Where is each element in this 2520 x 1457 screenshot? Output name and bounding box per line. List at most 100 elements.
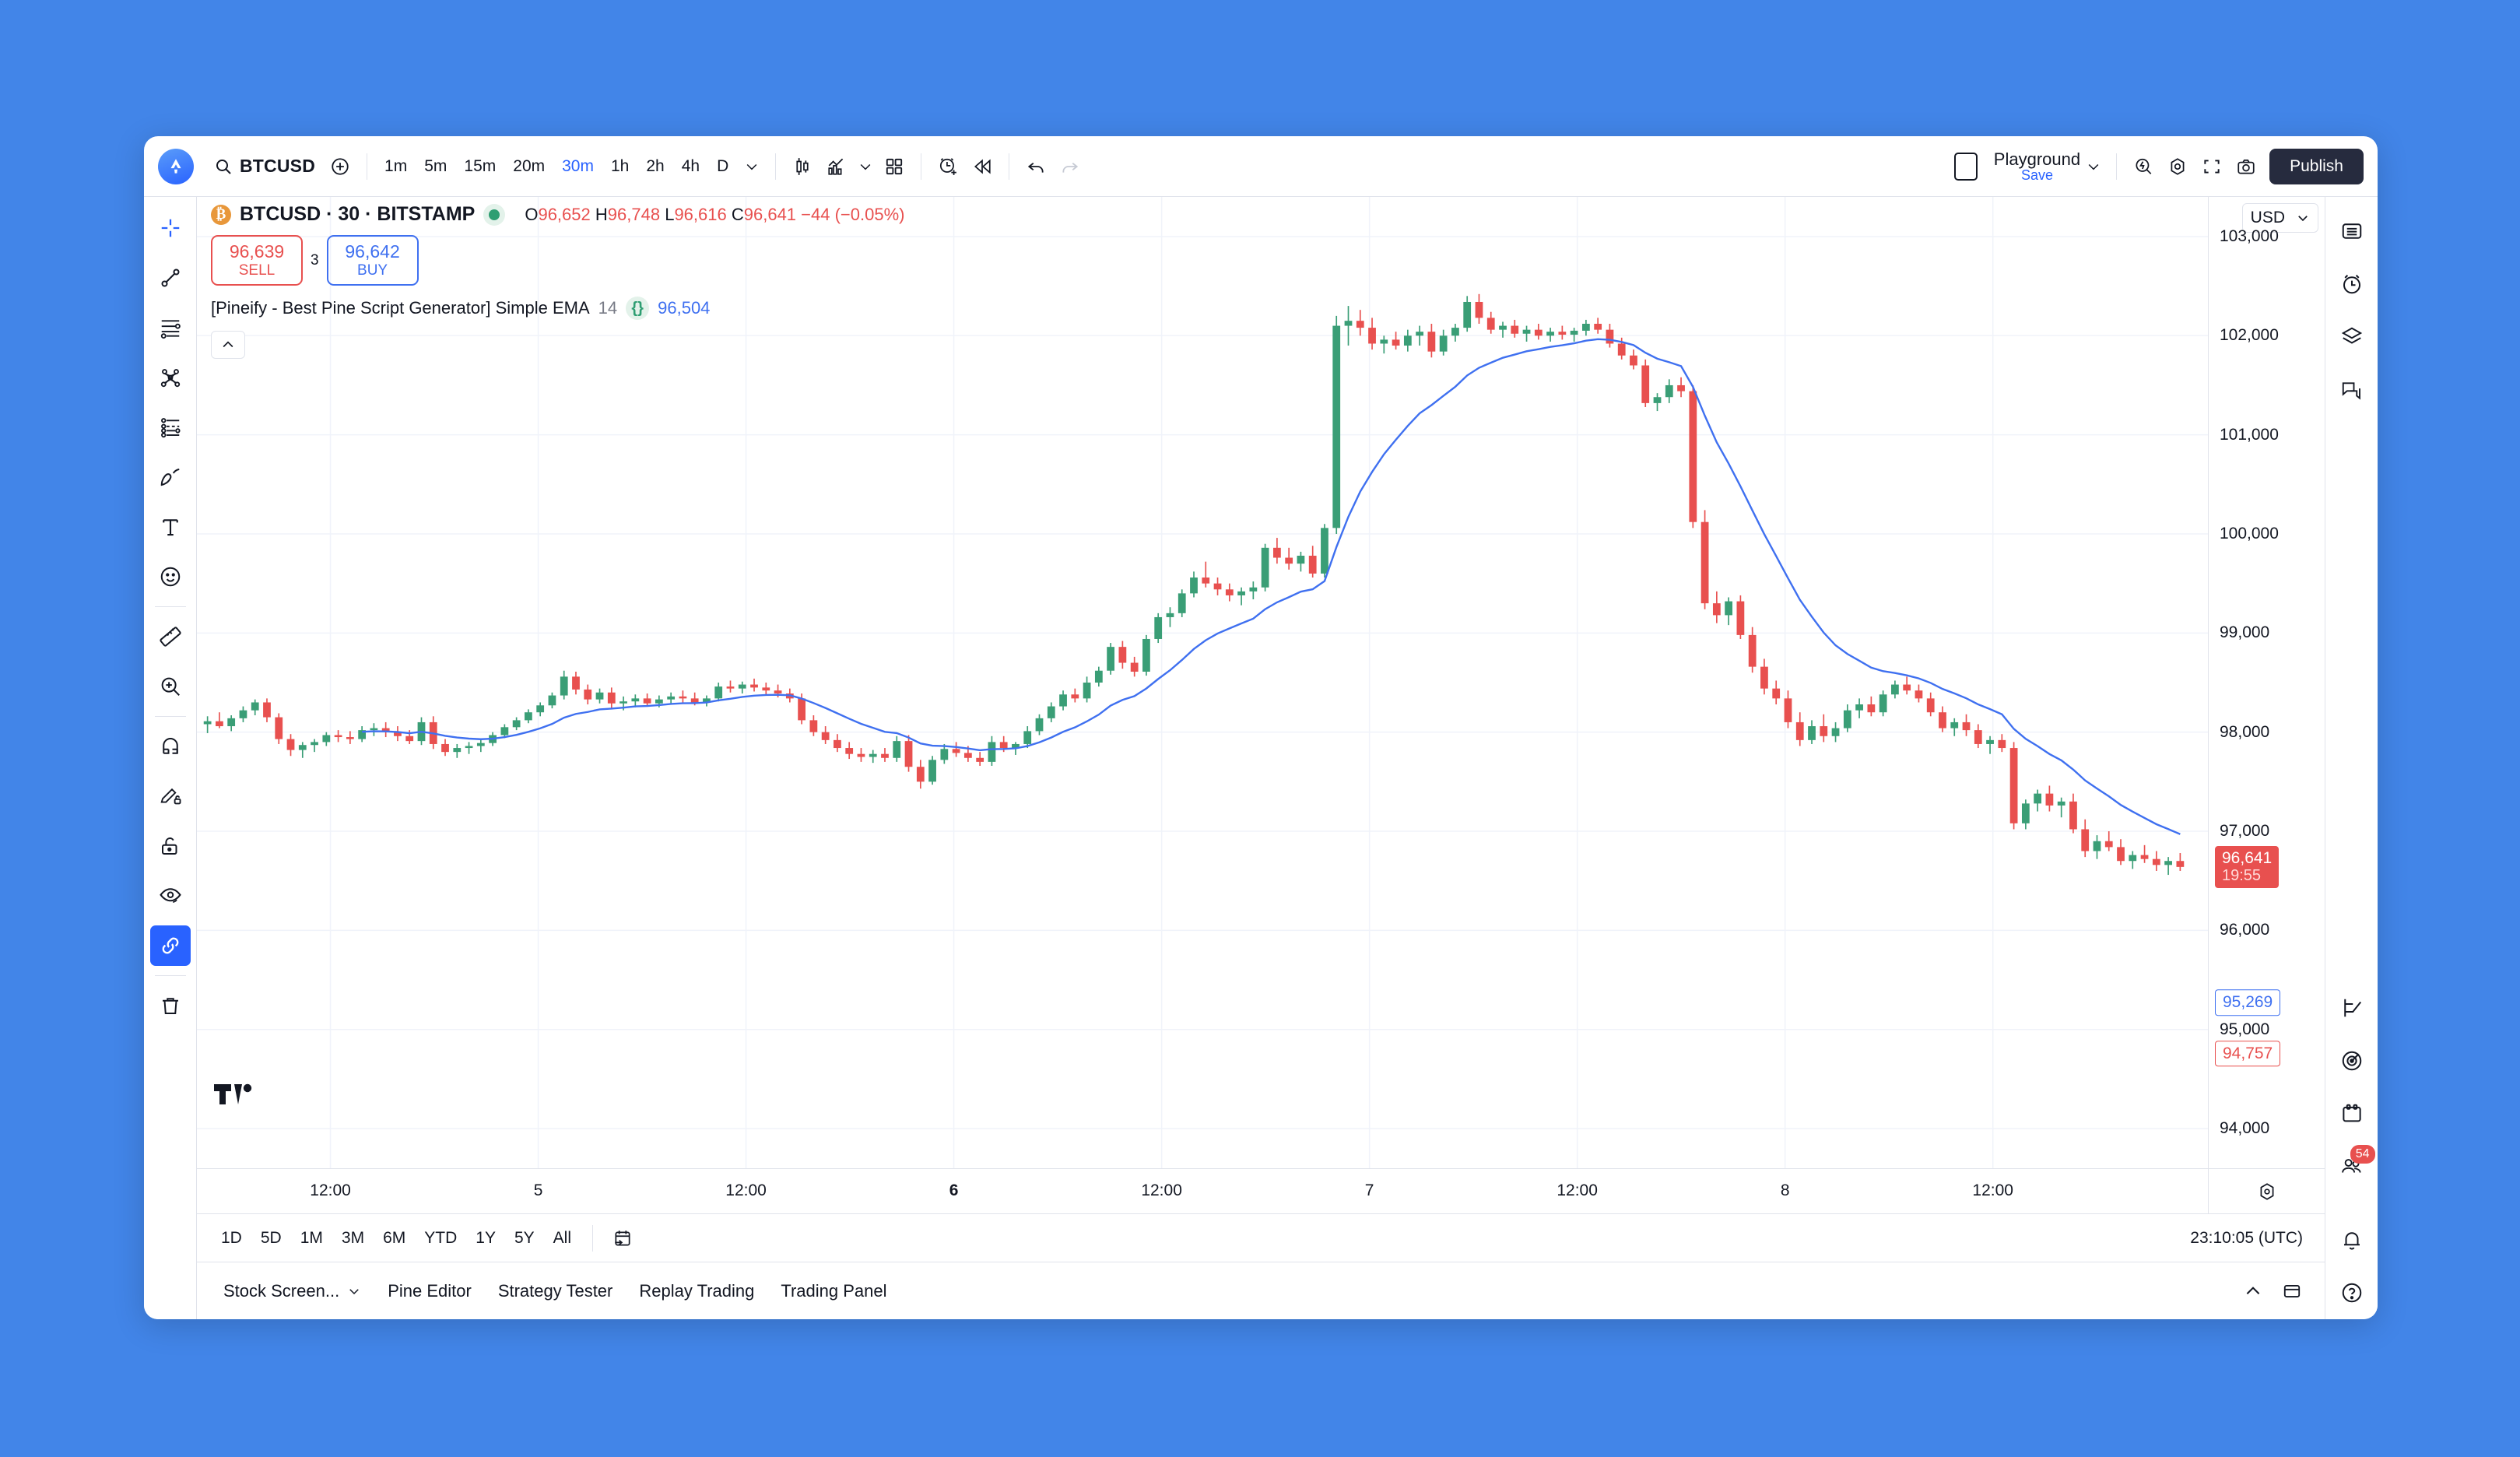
timeframe-more-chevron-down-icon[interactable] [738, 153, 766, 181]
legend-symbol-title[interactable]: BTCUSD · 30 · BITSTAMP [240, 203, 475, 226]
ohlc-l-label: L [665, 204, 675, 224]
timeframe-D[interactable]: D [709, 151, 736, 182]
measure-ruler-icon[interactable] [150, 616, 191, 657]
stay-in-drawing-mode-icon[interactable] [150, 776, 191, 816]
hotlist-radar-icon[interactable] [2332, 1041, 2372, 1081]
chart-settings-gear-icon[interactable] [2160, 149, 2195, 184]
horizontal-lines-icon[interactable] [150, 307, 191, 348]
help-icon[interactable] [2332, 1273, 2372, 1313]
timeframe-15m[interactable]: 15m [456, 151, 504, 182]
lock-drawings-icon[interactable] [150, 826, 191, 866]
range-1d[interactable]: 1D [212, 1224, 251, 1253]
trend-line-icon[interactable] [150, 258, 191, 298]
add-symbol-button[interactable] [323, 149, 357, 184]
remove-drawings-icon[interactable] [150, 985, 191, 1026]
fullscreen-icon[interactable] [2195, 149, 2229, 184]
timeframe-30m[interactable]: 30m [554, 151, 602, 182]
chat-icon[interactable] [2332, 370, 2372, 410]
templates-grid-icon[interactable] [877, 149, 911, 184]
indicator-source-code-icon[interactable]: {} [626, 297, 650, 321]
range-6m[interactable]: 6M [374, 1224, 414, 1253]
rail-separator-2 [154, 716, 186, 717]
watchlist-icon[interactable] [2332, 211, 2372, 251]
price-tick-97000: 97,000 [2220, 822, 2270, 841]
range-1m[interactable]: 1M [292, 1224, 332, 1253]
undo-icon[interactable] [1019, 149, 1053, 184]
pitchfork-icon[interactable] [150, 357, 191, 398]
indicators-chevron-down-icon[interactable] [854, 149, 877, 184]
time-scale-settings-icon[interactable] [2208, 1169, 2325, 1213]
ideas-stream-icon[interactable] [2332, 988, 2372, 1028]
hide-drawings-icon[interactable] [150, 876, 191, 916]
chevron-down-icon [2298, 216, 2308, 222]
timeframe-2h[interactable]: 2h [638, 151, 672, 182]
tab-strategy-tester[interactable]: Strategy Tester [487, 1273, 624, 1309]
notifications-bell-icon[interactable] [2332, 1220, 2372, 1260]
indicators-button[interactable] [820, 149, 854, 184]
timeframe-4h[interactable]: 4h [674, 151, 707, 182]
symbol-search[interactable]: BTCUSD [206, 152, 323, 181]
buy-price: 96,642 [345, 241, 400, 262]
timeframe-1h[interactable]: 1h [603, 151, 637, 182]
panel-expand-chevron-up-icon[interactable] [2236, 1274, 2270, 1308]
go-to-date-calendar-icon[interactable] [605, 1221, 640, 1255]
ohlc-c-label: C [731, 204, 744, 224]
price-tick-95000: 95,000 [2220, 1020, 2270, 1038]
panel-maximize-icon[interactable] [2275, 1274, 2309, 1308]
range-all[interactable]: All [545, 1224, 580, 1253]
layout-name-button[interactable]: Playground Save [1993, 149, 2081, 183]
emoji-icon[interactable] [150, 556, 191, 597]
range-3m[interactable]: 3M [333, 1224, 373, 1253]
chart-type-candles-icon[interactable] [785, 149, 820, 184]
alerts-clock-icon[interactable] [2332, 264, 2372, 304]
price-tick-94000: 94,000 [2220, 1119, 2270, 1138]
publish-button[interactable]: Publish [2269, 148, 2364, 184]
sync-drawings-icon[interactable] [149, 925, 191, 966]
search-icon [216, 159, 231, 174]
replay-rewind-icon[interactable] [965, 149, 999, 184]
indicator-legend-row[interactable]: [Pineify - Best Pine Script Generator] S… [211, 297, 904, 321]
magnet-icon[interactable] [150, 726, 191, 767]
chart-canvas-area[interactable]: ₿ BTCUSD · 30 · BITSTAMP O96,652 H96,748… [197, 197, 2208, 1168]
layout-name: Playground [1993, 149, 2081, 169]
quick-search-bolt-icon[interactable] [2126, 149, 2160, 184]
zoom-in-icon[interactable] [150, 666, 191, 707]
redo-icon[interactable] [1053, 149, 1087, 184]
layout-select-icon[interactable] [1949, 149, 1983, 184]
tab-trading-panel[interactable]: Trading Panel [770, 1273, 897, 1309]
price-scale[interactable]: USD 103,000 102,000 101,000 100,000 99,000 98… [2208, 197, 2325, 1168]
tab-pine-editor[interactable]: Pine Editor [377, 1273, 483, 1309]
tradingview-watermark-icon [214, 1081, 254, 1108]
range-5d[interactable]: 5D [252, 1224, 290, 1253]
timeframe-1m[interactable]: 1m [377, 151, 415, 182]
bid-price-tag: 94,757 [2215, 1040, 2281, 1067]
sell-button[interactable]: 96,639 SELL [211, 235, 303, 286]
brush-icon[interactable] [150, 457, 191, 497]
buy-button[interactable]: 96,642 BUY [326, 235, 419, 286]
layout-chevron-down-icon[interactable] [2080, 149, 2107, 184]
rail-separator-3 [154, 975, 186, 976]
tradingview-logo-icon[interactable] [158, 148, 194, 184]
legend-collapse-button[interactable] [211, 331, 245, 360]
tab-replay-trading[interactable]: Replay Trading [628, 1273, 765, 1309]
cross-cursor-icon[interactable] [150, 208, 191, 248]
tab-stock-screener[interactable]: Stock Screen... [212, 1273, 372, 1309]
text-tool-icon[interactable] [150, 507, 191, 547]
timeframe-5m[interactable]: 5m [416, 151, 455, 182]
create-alert-clock-icon[interactable] [931, 149, 965, 184]
price-tick-100000: 100,000 [2220, 524, 2279, 542]
timeframe-20m[interactable]: 20m [505, 151, 553, 182]
public-chats-icon[interactable]: 54 [2332, 1145, 2375, 1187]
time-tick: 12:00 [1557, 1181, 1598, 1199]
calendar-icon[interactable] [2332, 1094, 2372, 1134]
snapshot-camera-icon[interactable] [2229, 149, 2263, 184]
data-window-layers-icon[interactable] [2332, 317, 2372, 357]
time-tick: 6 [949, 1181, 959, 1199]
time-scale[interactable]: 12:00 5 12:00 6 12:00 7 12:00 8 12:00 [197, 1168, 2325, 1213]
range-1y[interactable]: 1Y [467, 1224, 504, 1253]
range-ytd[interactable]: YTD [416, 1224, 465, 1253]
fib-retracement-icon[interactable] [150, 407, 191, 448]
range-5y[interactable]: 5Y [506, 1224, 543, 1253]
market-status-dot-icon [483, 203, 506, 226]
layout-save-link[interactable]: Save [2021, 167, 2053, 183]
